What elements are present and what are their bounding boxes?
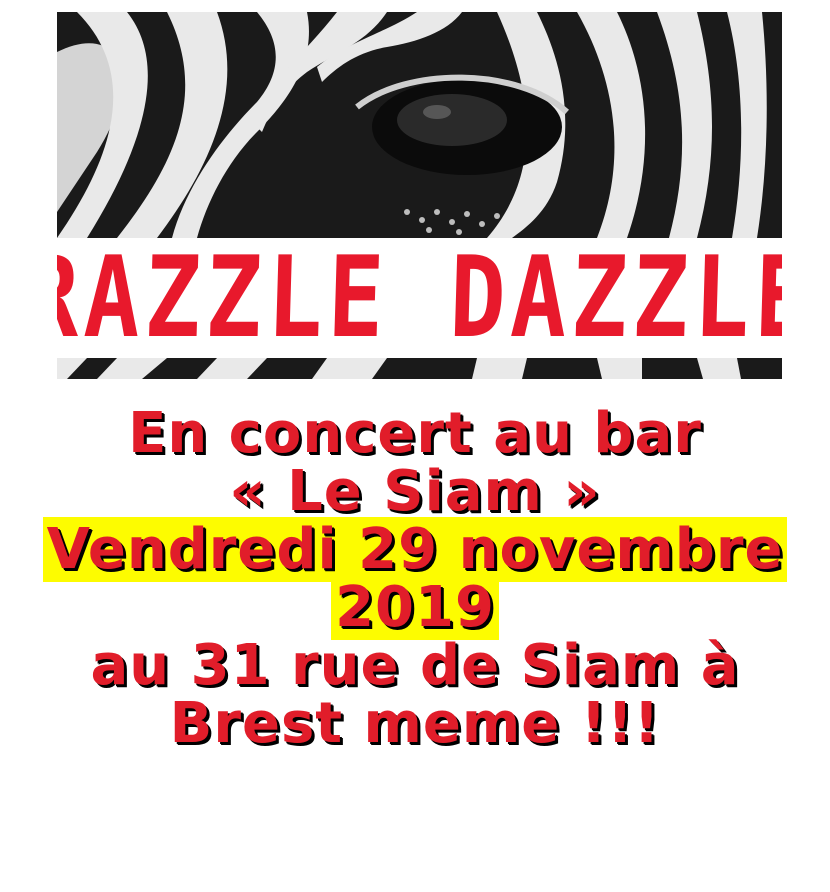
venue-name: « Le Siam » [229,459,601,524]
announcement-line-1: En concert au bar [0,405,830,463]
announcement-line-4: 2019 [0,575,830,640]
concert-year: 2019 [331,575,499,640]
announcement-line-2: « Le Siam » [0,463,830,521]
announcement-line-5: au 31 rue de Siam à [0,637,830,695]
zebra-photo: RAZZLE DAZZLE [57,12,782,379]
band-name: RAZZLE DAZZLE [57,238,782,358]
concert-announcement: En concert au bar « Le Siam » Vendredi 2… [0,405,830,753]
announcement-line-3: Vendredi 29 novembre [0,517,830,582]
venue-address: au 31 rue de Siam à [90,633,740,698]
announcement-text: En concert au bar [128,401,702,466]
venue-city: Brest meme !!! [169,691,661,756]
announcement-line-6: Brest meme !!! [0,695,830,753]
concert-date: Vendredi 29 novembre [42,517,788,582]
band-name-banner: RAZZLE DAZZLE [57,238,782,358]
